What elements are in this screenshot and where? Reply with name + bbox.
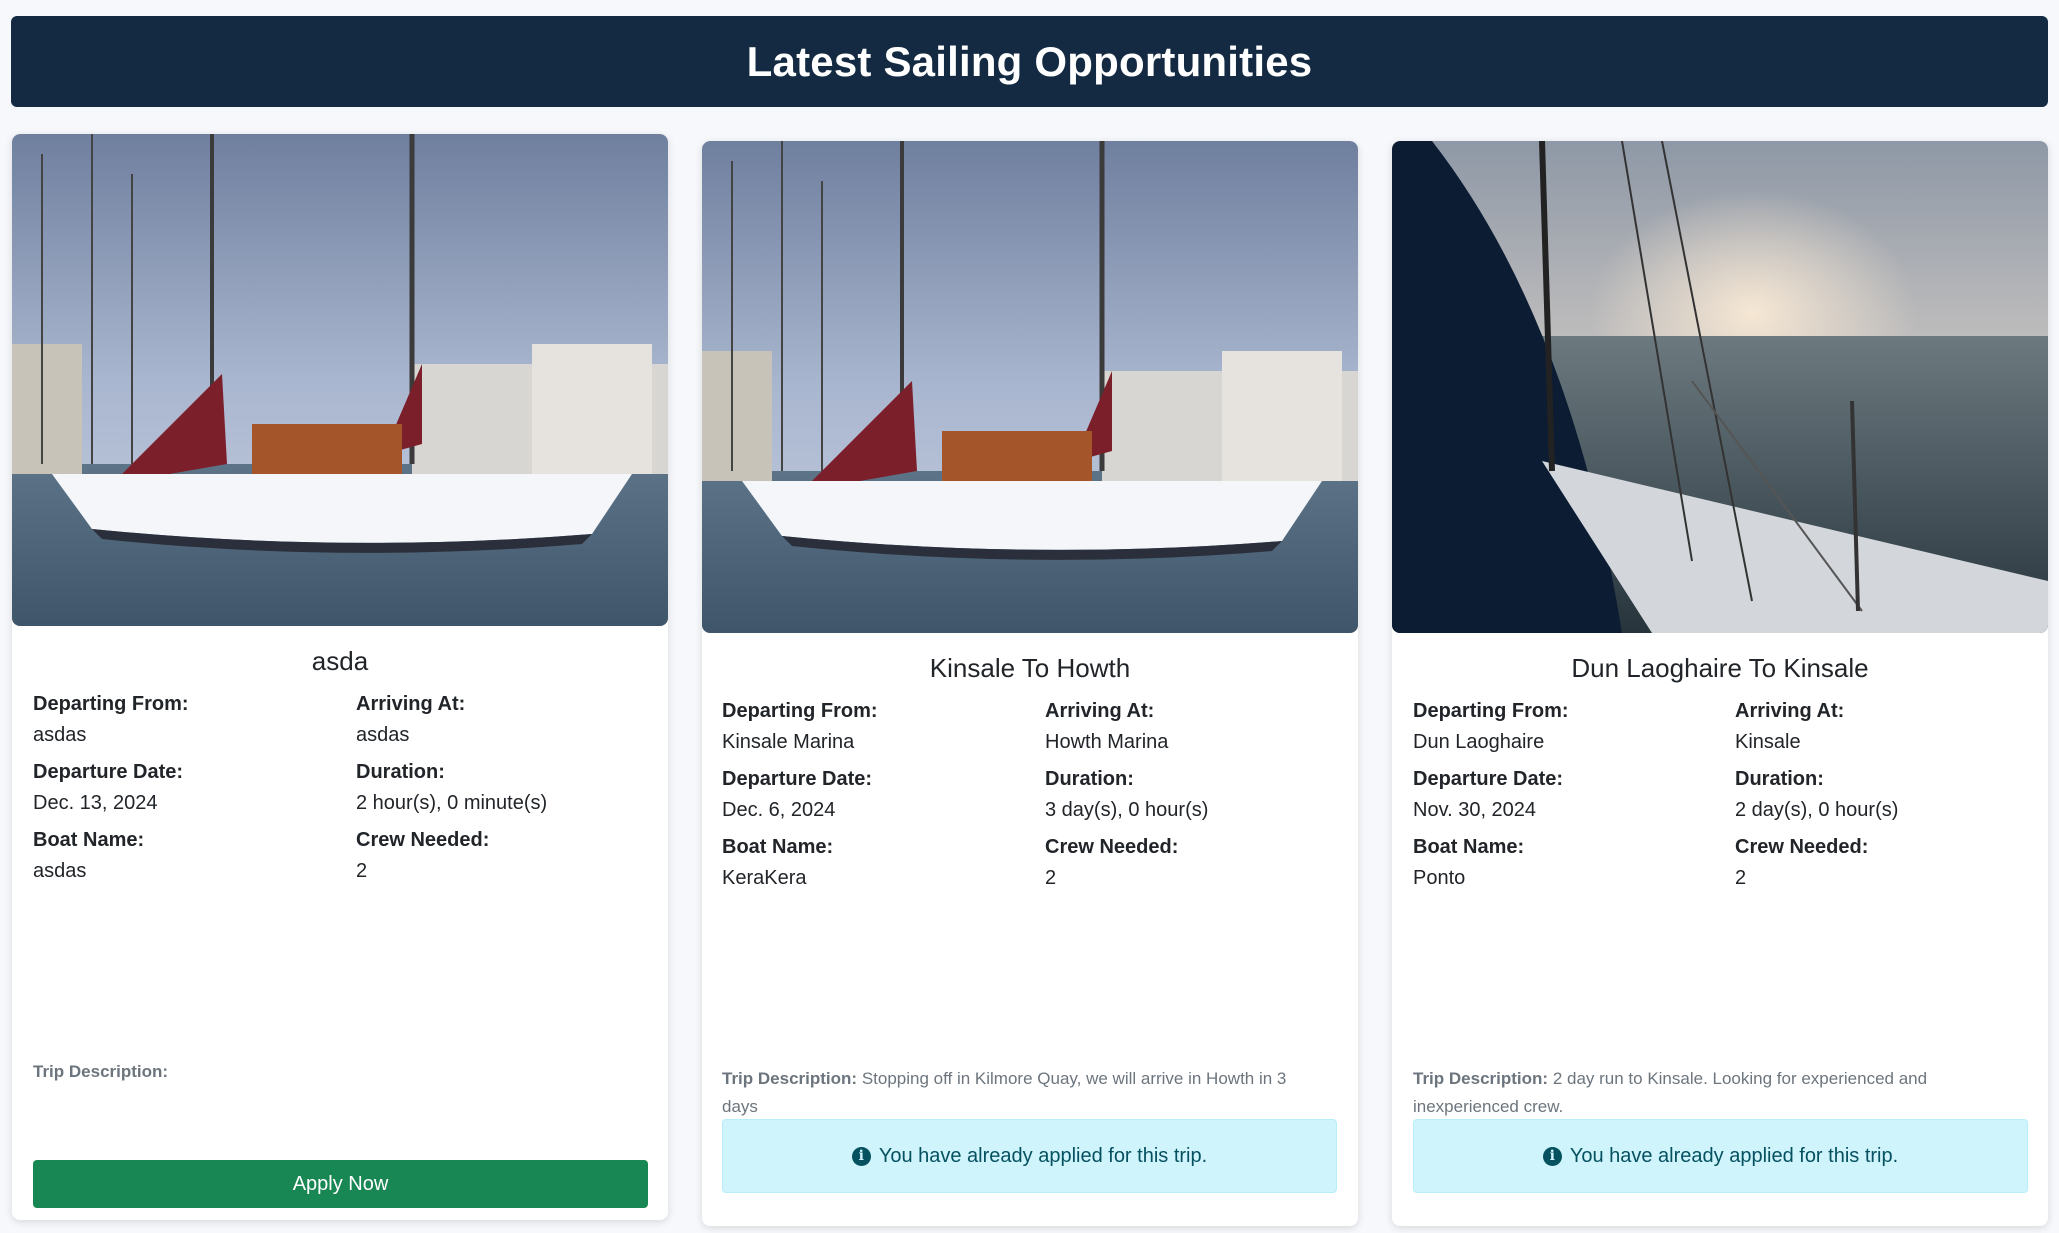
trip-title: Kinsale To Howth (929, 653, 1131, 683)
duration-value: 2 hour(s), 0 minute(s) (356, 792, 548, 814)
info-circle-icon: i (1542, 1146, 1562, 1166)
trip-card: Dun Laoghaire To Kinsale Departing From:… (1392, 141, 2048, 1226)
duration-label: Duration: (356, 761, 445, 783)
trip-description-label: Trip Description: (33, 1062, 169, 1081)
crew-needed-label: Crew Needed: (356, 829, 490, 851)
crew-needed-label: Crew Needed: (1045, 836, 1179, 858)
info-circle-icon: i (851, 1146, 871, 1166)
duration-value: 2 day(s), 0 hour(s) (1735, 799, 1899, 821)
boat-name-label: Boat Name: (1413, 836, 1525, 858)
trip-title: asda (311, 646, 369, 676)
arriving-at-value: asdas (356, 724, 410, 746)
departing-from-label: Departing From: (33, 693, 189, 715)
boat-name-label: Boat Name: (722, 836, 834, 858)
departing-from-value: Kinsale Marina (722, 731, 855, 753)
departing-from-value: asdas (33, 724, 87, 746)
departure-date-value: Dec. 6, 2024 (722, 799, 836, 821)
trip-description: Trip Description: (33, 1058, 648, 1086)
departing-from-value: Dun Laoghaire (1413, 731, 1545, 753)
page-header: Latest Sailing Opportunities (11, 16, 2048, 107)
arriving-at-value: Howth Marina (1045, 731, 1169, 753)
sailboat-bow-sea-photo (1392, 141, 2048, 633)
duration-label: Duration: (1045, 768, 1134, 790)
crew-needed-label: Crew Needed: (1735, 836, 1869, 858)
departure-date-value: Nov. 30, 2024 (1413, 799, 1537, 821)
apply-now-button[interactable]: Apply Now (33, 1160, 648, 1208)
departing-from-label: Departing From: (1413, 700, 1569, 722)
boat-name-label: Boat Name: (33, 829, 145, 851)
arriving-at-label: Arriving At: (1045, 700, 1155, 722)
sailboat-marina-photo (12, 134, 668, 626)
sailboat-marina-photo (702, 141, 1358, 633)
boat-name-value: KeraKera (722, 867, 807, 889)
trip-description: Trip Description: 2 day run to Kinsale. … (1413, 1065, 2013, 1121)
departure-date-label: Departure Date: (722, 768, 873, 790)
crew-needed-value: 2 (356, 860, 368, 882)
already-applied-text: You have already applied for this trip. (1569, 1144, 1899, 1167)
duration-value: 3 day(s), 0 hour(s) (1045, 799, 1209, 821)
trip-description: Trip Description: Stopping off in Kilmor… (722, 1065, 1322, 1121)
departing-from-label: Departing From: (722, 700, 878, 722)
arriving-at-label: Arriving At: (1735, 700, 1845, 722)
arriving-at-label: Arriving At: (356, 693, 466, 715)
boat-name-value: asdas (33, 860, 87, 882)
arriving-at-value: Kinsale (1735, 731, 1801, 753)
boat-name-value: Ponto (1413, 867, 1466, 889)
crew-needed-value: 2 (1735, 867, 1747, 889)
already-applied-alert: i You have already applied for this trip… (722, 1119, 1337, 1193)
crew-needed-value: 2 (1045, 867, 1057, 889)
duration-label: Duration: (1735, 768, 1824, 790)
page-title: Latest Sailing Opportunities (746, 37, 1313, 85)
departure-date-label: Departure Date: (1413, 768, 1564, 790)
trip-description-label: Trip Description: (1413, 1069, 1549, 1088)
trip-card: asda Departing From: asdas Arriving At: … (12, 134, 668, 1220)
departure-date-label: Departure Date: (33, 761, 184, 783)
trip-card: Kinsale To Howth Departing From: Kinsale… (702, 141, 1358, 1226)
already-applied-text: You have already applied for this trip. (878, 1144, 1208, 1167)
trip-title: Dun Laoghaire To Kinsale (1571, 653, 1869, 683)
departure-date-value: Dec. 13, 2024 (33, 792, 158, 814)
already-applied-alert: i You have already applied for this trip… (1413, 1119, 2028, 1193)
trip-description-label: Trip Description: (722, 1069, 858, 1088)
